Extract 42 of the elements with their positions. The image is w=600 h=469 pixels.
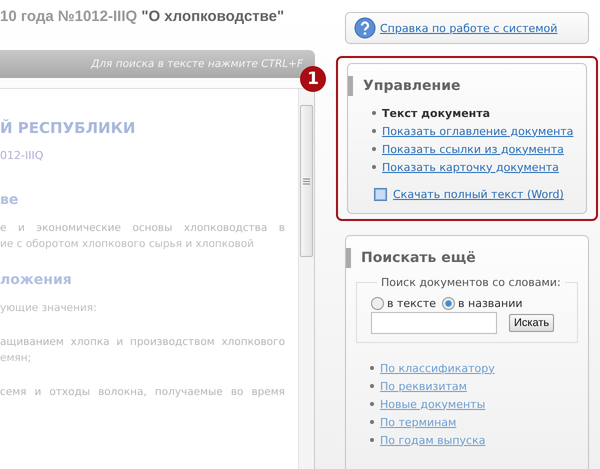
- bullet-icon: [370, 438, 374, 442]
- bullet-icon: [370, 402, 374, 406]
- menu-link[interactable]: Показать карточку документа: [382, 160, 559, 174]
- bullet-icon: [370, 420, 374, 424]
- document-text: семя и отходы волокна, получаемые во время: [0, 386, 285, 398]
- search-input[interactable]: [371, 312, 497, 334]
- radio-option[interactable]: в названии: [442, 297, 523, 310]
- search-link[interactable]: Новые документы: [380, 398, 486, 410]
- bullet-icon: [370, 366, 374, 370]
- menu-link[interactable]: Показать оглавление документа: [382, 124, 574, 138]
- search-link[interactable]: По реквизитам: [380, 380, 467, 392]
- document-text: ующие значения:: [0, 302, 98, 314]
- panel-title: Поискать ещё: [346, 248, 588, 268]
- bullet-icon: [372, 147, 376, 151]
- menu-link[interactable]: Показать ссылки из документа: [382, 142, 564, 156]
- document-text: е и экономические основы хлопководства в: [0, 222, 285, 234]
- search-link[interactable]: По классификатору: [380, 362, 495, 374]
- bullet-icon: [372, 111, 376, 115]
- radio-option[interactable]: в тексте: [371, 297, 436, 310]
- search-link[interactable]: По годам выпуска: [380, 434, 486, 446]
- document-text: ве: [0, 192, 20, 208]
- document-text: емян;: [0, 352, 32, 364]
- current-item: Текст документа: [382, 106, 490, 120]
- document-title: 10 года №1012-IIIQ "О хлопководстве": [0, 7, 284, 27]
- document-text: Й РЕСПУБЛИКИ: [0, 119, 136, 137]
- help-link[interactable]: Справка по работе с системой: [380, 22, 558, 34]
- document-icon: [374, 188, 387, 201]
- search-button[interactable]: Искать: [509, 314, 554, 332]
- grip-icon: [303, 178, 310, 184]
- document-text: ложения: [0, 272, 73, 288]
- bullet-icon: [372, 129, 376, 133]
- help-icon: [354, 17, 376, 39]
- bullet-icon: [370, 384, 374, 388]
- document-text: ащиванием хлопка и производством хлопкового: [0, 336, 285, 348]
- document-text: 012-IIIQ: [0, 149, 44, 162]
- panel-title: Управление: [348, 76, 586, 96]
- download-link[interactable]: Скачать полный текст (Word): [393, 188, 564, 201]
- document-text: ие с оборотом хлопкового сырья и хлопковой: [0, 238, 255, 250]
- scrollbar[interactable]: [298, 89, 314, 469]
- bullet-icon: [372, 165, 376, 169]
- search-link[interactable]: По терминам: [380, 416, 456, 428]
- fieldset-legend: Поиск документов со словами:: [377, 276, 565, 289]
